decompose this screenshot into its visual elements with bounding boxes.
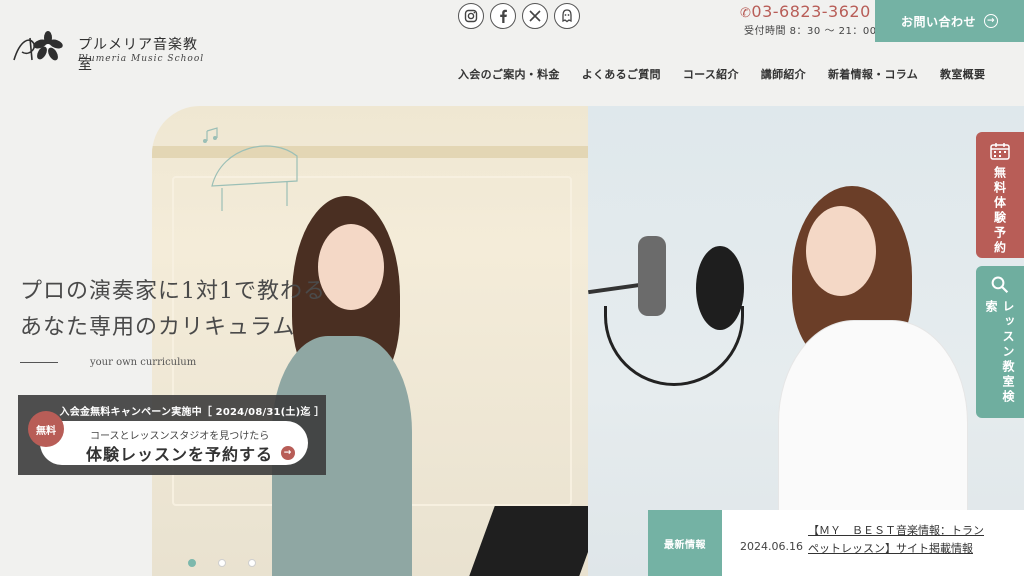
trial-lesson-button[interactable]: コースとレッスンスタジオを見つけたら 体験レッスンを予約する → xyxy=(40,421,308,465)
slider-dot[interactable] xyxy=(188,559,196,567)
plumeria-flower-icon xyxy=(13,31,63,61)
hero-tagline-line1: プロの演奏家に1対1で教わる xyxy=(20,279,326,304)
nav-item-faq[interactable]: よくあるご質問 xyxy=(582,66,661,82)
lesson-search-tab[interactable]: レッスン教室検索 xyxy=(976,266,1024,418)
piano xyxy=(469,506,605,576)
facebook-icon[interactable] xyxy=(490,3,516,29)
singer-face xyxy=(806,206,876,296)
business-hours: 受付時間 8：30 〜 21：00 xyxy=(744,26,877,37)
logo[interactable]: プルメリア音楽教室 Plumeria Music School xyxy=(10,26,210,73)
contact-button-label: お問い合わせ xyxy=(900,14,976,29)
calendar-icon xyxy=(990,143,1010,160)
piano-sketch-icon xyxy=(203,127,298,211)
slider-dot[interactable] xyxy=(248,559,256,567)
arrow-right-icon: → xyxy=(281,446,296,460)
hero-image-vocal xyxy=(588,106,1024,576)
phone-number[interactable]: ✆03-6823-3620 xyxy=(740,2,871,21)
free-trial-reserve-label: 無料体験予約 xyxy=(992,166,1007,256)
logo-text-en: Plumeria Music School xyxy=(78,54,205,64)
trial-lesson-label: 体験レッスンを予約する → xyxy=(86,441,296,465)
nav-item-about[interactable]: 教室概要 xyxy=(940,66,985,82)
page: プルメリア音楽教室 Plumeria Music School ✆03-6823… xyxy=(0,0,1024,576)
arrow-right-icon: → xyxy=(984,14,998,28)
hero-tagline-line2: あなた専用のカリキュラム xyxy=(20,315,296,340)
microphone xyxy=(638,236,666,316)
hero-tagline-en-text: your own curriculum xyxy=(90,357,197,368)
main-nav: 入会のご案内・料金 よくあるご質問 コース紹介 講師紹介 新着情報・コラム 教室… xyxy=(458,66,1007,82)
instagram-icon[interactable] xyxy=(458,3,484,29)
hero-tagline-en: your own curriculum xyxy=(20,357,196,368)
slider-dot[interactable] xyxy=(218,559,226,567)
free-badge: 無料 xyxy=(28,411,64,447)
hero-tagline: プロの演奏家に1対1で教わる あなた専用のカリキュラム xyxy=(20,274,326,346)
news-title-link[interactable]: 【ＭＹ ＢＥＳＴ音楽情報：トランペットレッスン】サイト掲載情報 xyxy=(808,522,986,558)
latest-news-box: 最新情報 2024.06.16 【ＭＹ ＢＥＳＴ音楽情報：トランペットレッスン】… xyxy=(648,510,1024,576)
news-date: 2024.06.16 xyxy=(740,540,803,553)
nav-item-membership[interactable]: 入会のご案内・料金 xyxy=(458,66,560,82)
free-trial-reserve-tab[interactable]: 無料体験予約 xyxy=(976,132,1024,258)
nav-item-courses[interactable]: コース紹介 xyxy=(683,66,739,82)
ghost-icon[interactable] xyxy=(554,3,580,29)
phone-icon: ✆ xyxy=(740,6,752,21)
lesson-search-label: レッスン教室検索 xyxy=(984,299,1015,405)
trial-lesson-text: 体験レッスンを予約する xyxy=(86,445,274,464)
phone-text: 03-6823-3620 xyxy=(751,2,871,21)
campaign-sub: コースとレッスンスタジオを見つけたら xyxy=(90,431,270,442)
campaign-banner: 入会金無料キャンペーン実施中［ 2024/08/31(土)迄 ］ コースとレッス… xyxy=(18,395,326,475)
nav-item-news[interactable]: 新着情報・コラム xyxy=(828,66,918,82)
person-face xyxy=(318,224,384,310)
mic-cable xyxy=(604,306,744,386)
x-icon[interactable] xyxy=(522,3,548,29)
nav-item-instructors[interactable]: 講師紹介 xyxy=(761,66,806,82)
news-label: 最新情報 xyxy=(648,510,722,576)
slider-dots xyxy=(188,559,256,567)
campaign-title: 入会金無料キャンペーン実施中［ 2024/08/31(土)迄 ］ xyxy=(59,407,325,418)
contact-button[interactable]: お問い合わせ → xyxy=(875,0,1024,42)
divider-line xyxy=(20,362,58,363)
search-icon xyxy=(991,276,1009,294)
